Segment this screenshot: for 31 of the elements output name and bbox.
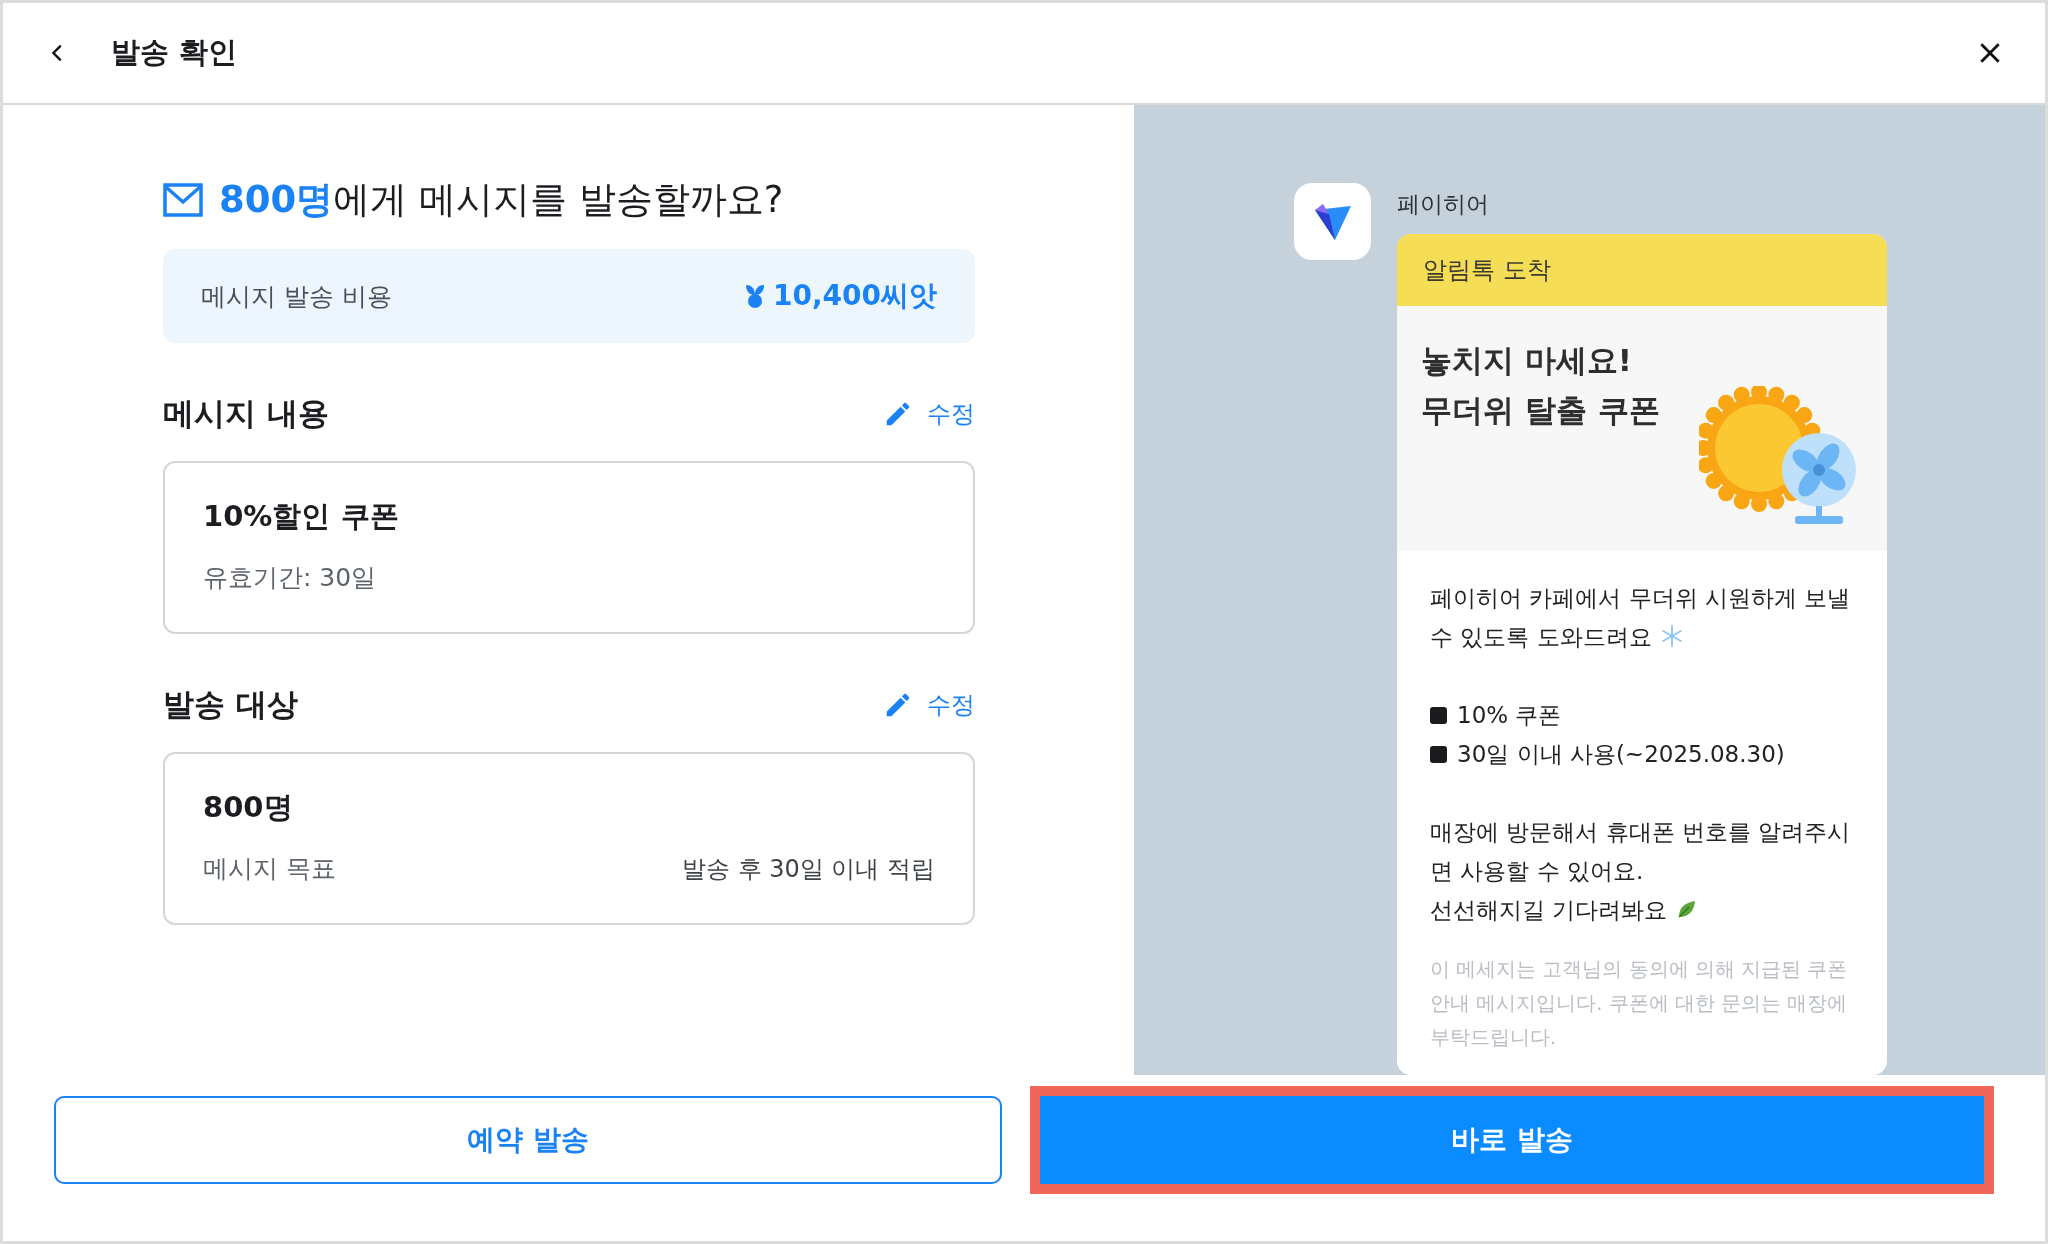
- question-heading: 800명에게 메시지를 발송할까요?: [219, 177, 784, 223]
- card-title: 800명: [203, 789, 294, 826]
- message-text: 페이히어 카페에서 무더위 시원하게 보낼: [1430, 585, 1851, 611]
- bullet-icon: [1430, 707, 1447, 724]
- sender-name: 페이히어: [1397, 190, 1490, 219]
- edit-link[interactable]: 수정: [883, 689, 975, 721]
- card-subtitle: 메시지 목표: [203, 853, 336, 885]
- disclaimer-text: 이 메세지는 고객님의 동의에 의해 지급된 쿠폰 안내 메시지입니다. 쿠폰에 대한 문의는 매장에 부탁드립니다.: [1430, 957, 1849, 1051]
- bullet-icon: [1430, 746, 1447, 763]
- cost-amount: 10,400씨앗: [772, 278, 937, 314]
- envelope-icon: [163, 183, 203, 217]
- schedule-button[interactable]: 예약 발송: [54, 1096, 1002, 1184]
- message-text: 선선해지길 기다려봐요: [1430, 897, 1668, 923]
- bullet-text: 30일 이내 사용(~2025.08.30): [1457, 741, 1785, 767]
- snowflake-icon: [1659, 624, 1684, 648]
- sprout-icon: [744, 283, 765, 309]
- message-text: 수 있도록 도와드려요: [1430, 624, 1652, 650]
- edit-link[interactable]: 수정: [883, 398, 975, 430]
- card-subtitle: 유효기간: 30일: [203, 562, 377, 594]
- bullet-text: 10% 쿠폰: [1457, 702, 1562, 728]
- cost-label: 메시지 발송 비용: [201, 280, 392, 313]
- card-note: 발송 후 30일 이내 적립: [681, 853, 935, 885]
- card-title: 10%할인 쿠폰: [203, 498, 400, 535]
- message-banner: 알림톡 도착: [1397, 234, 1887, 306]
- section-title: 메시지 내용: [163, 394, 329, 433]
- message-text: 면 사용할 수 있어요.: [1430, 858, 1644, 884]
- message-text: 매장에 방문해서 휴대폰 번호를 알려주시: [1430, 819, 1851, 845]
- section-title: 발송 대상: [163, 685, 298, 724]
- message-headline: 놓치지 마세요!: [1421, 341, 1633, 380]
- window-title: 발송 확인: [111, 34, 239, 71]
- message-headline: 무더위 탈출 쿠폰: [1421, 390, 1661, 430]
